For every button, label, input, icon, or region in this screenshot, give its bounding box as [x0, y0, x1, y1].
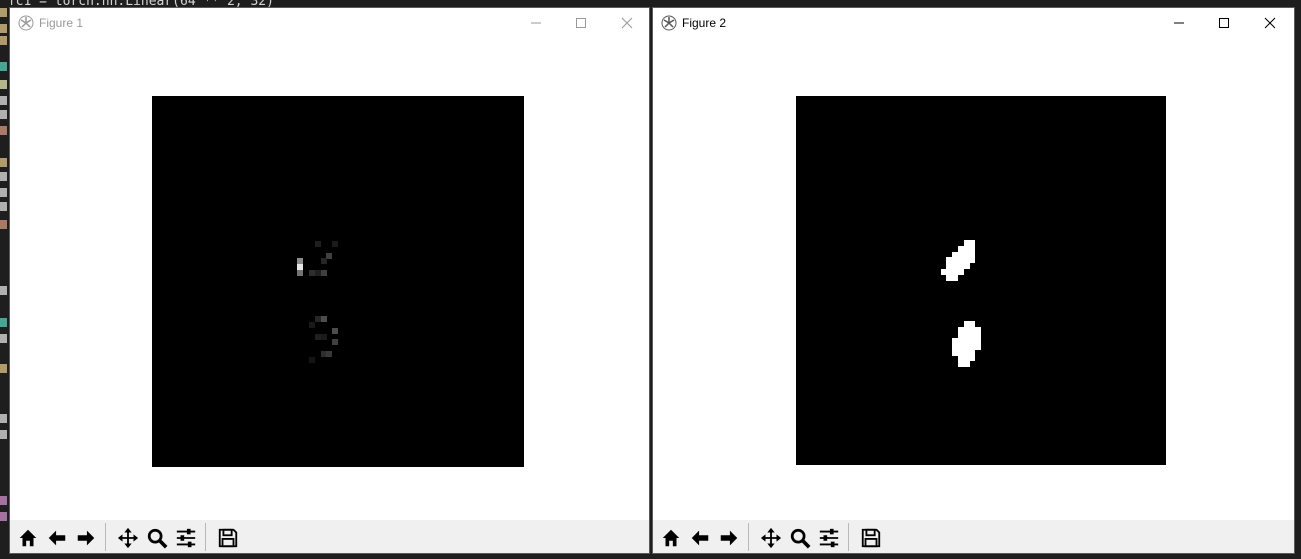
editor-code-fragment: [0, 110, 10, 119]
editor-code-fragment: [0, 202, 10, 211]
image-pixel: [320, 333, 327, 340]
editor-code-fragment: [0, 334, 10, 343]
maximize-icon: [576, 18, 586, 28]
home-icon: [660, 527, 682, 549]
close-button[interactable]: [604, 8, 650, 38]
image-pixel: [332, 240, 339, 247]
image-pixel: [308, 356, 315, 363]
back-button[interactable]: [686, 525, 713, 551]
close-icon: [621, 17, 633, 29]
configure-subplots-button[interactable]: [815, 525, 842, 551]
image-pixel: [969, 355, 976, 362]
close-icon: [1264, 17, 1276, 29]
editor-code-fragment: [0, 62, 10, 71]
maximize-button[interactable]: [1201, 8, 1247, 38]
home-button[interactable]: [657, 525, 684, 551]
editor-code-fragment: [0, 220, 10, 229]
title-bar[interactable]: Figure 2: [653, 8, 1294, 38]
editor-code-line: fc1 = torch.nn.Linear(64 ** 2, 32): [0, 0, 274, 9]
navigation-toolbar: [653, 520, 1294, 553]
subplots-icon: [175, 527, 197, 549]
matplotlib-icon: [18, 15, 34, 31]
image-pixel: [320, 269, 327, 276]
forward-arrow-icon: [75, 527, 97, 549]
pan-button[interactable]: [757, 525, 784, 551]
zoom-icon: [146, 527, 168, 549]
figure-2-window[interactable]: Figure 2: [653, 8, 1294, 553]
zoom-button[interactable]: [143, 525, 170, 551]
image-pixel: [320, 316, 327, 323]
image-pixel: [957, 268, 964, 275]
window-title: Figure 2: [682, 16, 727, 30]
figure-image[interactable]: [152, 96, 524, 467]
editor-code-fragment: [0, 364, 10, 373]
editor-code-fragment: [0, 430, 10, 439]
back-arrow-icon: [46, 527, 68, 549]
editor-code-fragment: [0, 286, 10, 295]
image-pixel: [320, 258, 327, 265]
home-button[interactable]: [14, 525, 41, 551]
image-pixel: [314, 240, 321, 247]
matplotlib-icon: [661, 15, 677, 31]
title-bar[interactable]: Figure 1: [10, 8, 649, 38]
toolbar-separator: [748, 523, 749, 551]
zoom-icon: [789, 527, 811, 549]
close-button[interactable]: [1247, 8, 1293, 38]
image-pixel: [326, 351, 333, 358]
image-pixel: [975, 343, 982, 350]
editor-code-fragment: [0, 8, 10, 17]
editor-code-fragment: [0, 188, 10, 197]
minimize-icon: [1174, 22, 1184, 24]
editor-code-fragment: [0, 414, 10, 423]
save-icon: [860, 527, 882, 549]
image-pixel: [326, 252, 333, 259]
window-title: Figure 1: [39, 16, 84, 30]
maximize-icon: [1219, 18, 1229, 28]
editor-code-fragment: [0, 172, 10, 181]
editor-code-fragment: [0, 496, 10, 505]
back-button[interactable]: [43, 525, 70, 551]
image-pixel: [308, 322, 315, 329]
forward-button[interactable]: [72, 525, 99, 551]
save-button[interactable]: [214, 525, 241, 551]
image-pixel: [963, 263, 970, 270]
image-pixel: [332, 327, 339, 334]
forward-button[interactable]: [715, 525, 742, 551]
figure-image[interactable]: [796, 96, 1166, 465]
pan-icon: [760, 527, 782, 549]
editor-code-fragment: [0, 80, 10, 89]
minimize-icon: [531, 22, 541, 24]
navigation-toolbar: [10, 520, 649, 553]
image-pixel: [963, 361, 970, 368]
figure-1-window[interactable]: Figure 1: [10, 8, 649, 553]
minimize-button[interactable]: [1156, 8, 1202, 38]
editor-code-fragment: [0, 512, 10, 521]
image-pixel: [297, 269, 304, 276]
image-pixel: [969, 257, 976, 264]
editor-code-fragment: [0, 158, 10, 167]
forward-arrow-icon: [718, 527, 740, 549]
toolbar-separator: [205, 523, 206, 551]
save-button[interactable]: [857, 525, 884, 551]
editor-code-fragment: [0, 24, 10, 33]
editor-code-fragment: [0, 318, 10, 327]
pan-button[interactable]: [114, 525, 141, 551]
maximize-button[interactable]: [558, 8, 604, 38]
toolbar-separator: [848, 523, 849, 551]
subplots-icon: [818, 527, 840, 549]
image-pixel: [332, 339, 339, 346]
home-icon: [17, 527, 39, 549]
zoom-button[interactable]: [786, 525, 813, 551]
editor-code-fragment: [0, 126, 10, 135]
save-icon: [217, 527, 239, 549]
toolbar-separator: [105, 523, 106, 551]
back-arrow-icon: [689, 527, 711, 549]
pan-icon: [117, 527, 139, 549]
editor-code-fragment: [0, 96, 10, 105]
editor-code-fragment: [0, 36, 10, 45]
minimize-button[interactable]: [513, 8, 559, 38]
image-pixel: [952, 274, 959, 281]
configure-subplots-button[interactable]: [172, 525, 199, 551]
